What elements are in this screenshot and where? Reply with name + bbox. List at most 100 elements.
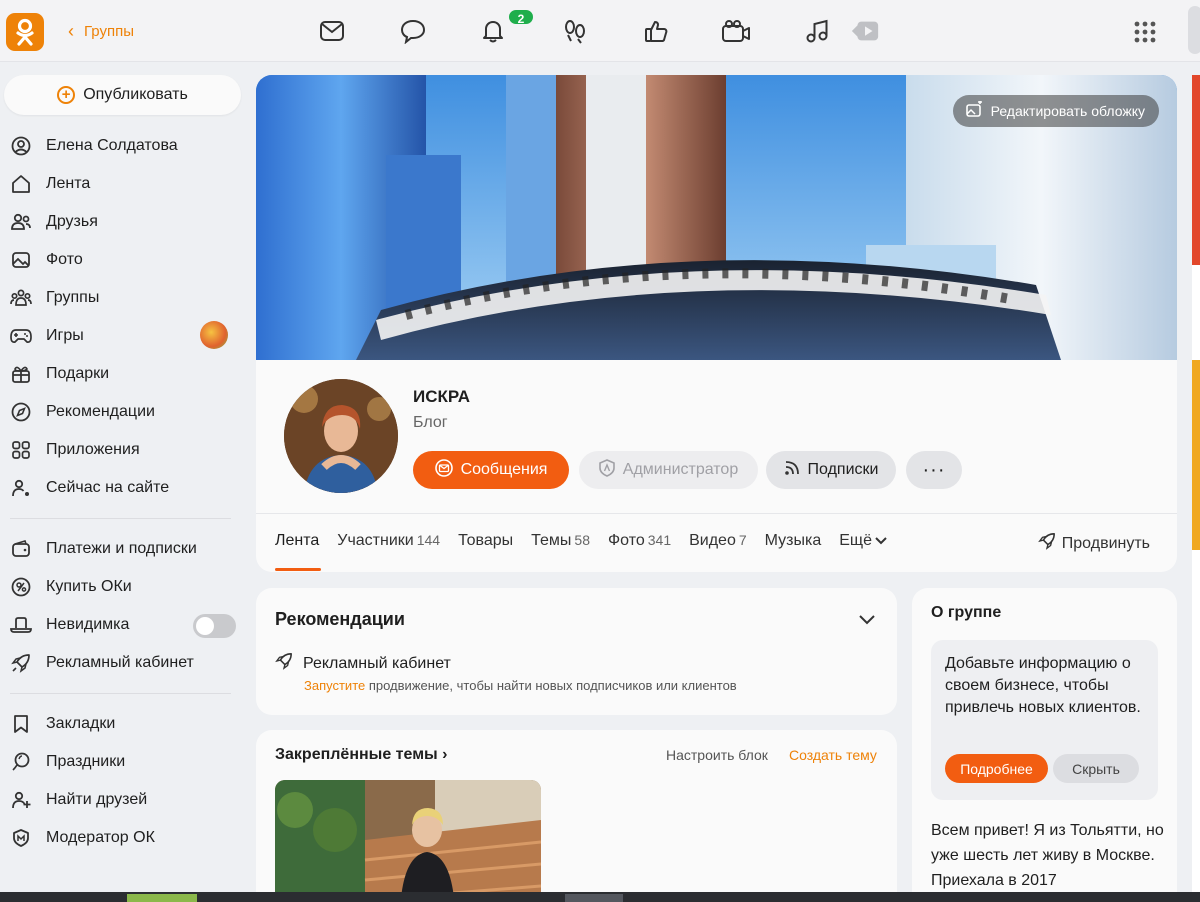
sidebar-item-label: Сейчас на сайте <box>46 479 170 496</box>
games-icon <box>10 325 32 347</box>
chevron-down-icon[interactable] <box>859 612 875 630</box>
tab-count: 58 <box>574 532 590 548</box>
sidebar-item-groups[interactable]: Группы <box>0 279 245 317</box>
messages-label: Сообщения <box>460 461 548 478</box>
invisible-toggle[interactable] <box>193 614 236 638</box>
apps-grid-icon[interactable] <box>1133 20 1157 49</box>
back-to-groups-link[interactable]: ‹ Группы <box>68 22 134 40</box>
sidebar-item-invisible[interactable]: Невидимка <box>0 606 245 644</box>
tab-music[interactable]: Музыка <box>765 532 822 550</box>
tab-label: Участники <box>337 532 414 549</box>
recommendations-card: Рекомендации Рекламный кабинет Запустите… <box>256 588 897 715</box>
sidebar-item-profile[interactable]: Елена Солдатова <box>0 127 245 165</box>
rocket-icon <box>275 652 293 675</box>
guests-icon[interactable] <box>560 16 590 46</box>
about-prompt-text: Добавьте информацию о своем бизнесе, что… <box>945 655 1141 716</box>
tab-label: Товары <box>458 532 514 549</box>
admin-label: Администратор <box>622 461 739 478</box>
more-button[interactable]: ··· <box>906 451 962 489</box>
gift-icon <box>10 363 32 385</box>
sidebar-item-ads-cabinet[interactable]: Рекламный кабинет <box>0 644 245 682</box>
sidebar-item-label: Подарки <box>46 365 110 382</box>
launch-link[interactable]: Запустите <box>304 678 365 693</box>
photo-icon <box>10 249 32 271</box>
edit-cover-button[interactable]: Редактировать обложку <box>952 95 1159 127</box>
notifications-icon[interactable] <box>478 16 508 46</box>
tab-videos[interactable]: Видео 7 <box>689 532 747 550</box>
sidebar-item-payments[interactable]: Платежи и подписки <box>0 530 245 568</box>
compass-icon <box>10 401 32 423</box>
configure-block-link[interactable]: Настроить блок <box>666 747 768 763</box>
sidebar-item-bookmarks[interactable]: Закладки <box>0 705 245 743</box>
sidebar-item-moderator[interactable]: Модератор ОК <box>0 819 245 857</box>
messages-icon[interactable] <box>317 16 347 46</box>
publish-button[interactable]: + Опубликовать <box>4 75 241 115</box>
promote-button[interactable]: Продвинуть <box>1037 532 1150 555</box>
more-info-button[interactable]: Подробнее <box>945 754 1048 783</box>
sidebar-item-label: Закладки <box>46 715 116 732</box>
discussions-icon[interactable] <box>398 16 428 46</box>
tab-photos[interactable]: Фото 341 <box>608 532 671 550</box>
holiday-icon <box>10 751 32 773</box>
sidebar-item-recommendations[interactable]: Рекомендации <box>0 393 245 431</box>
pinned-topic-image[interactable] <box>275 780 541 902</box>
video-call-icon[interactable] <box>721 16 751 46</box>
scrollbar-thumb[interactable] <box>1188 6 1200 54</box>
video-icon[interactable] <box>850 16 880 46</box>
sidebar-item-holidays[interactable]: Праздники <box>0 743 245 781</box>
sidebar-item-photo[interactable]: Фото <box>0 241 245 279</box>
publish-label: Опубликовать <box>83 86 188 103</box>
likes-icon[interactable] <box>641 16 671 46</box>
subscriptions-button[interactable]: Подписки <box>766 451 896 489</box>
pinned-topics-title[interactable]: Закреплённые темы › <box>275 746 447 764</box>
recommendation-ads-cabinet[interactable]: Рекламный кабинет <box>275 652 451 675</box>
tab-count: 341 <box>647 532 672 548</box>
chevron-right-icon: › <box>442 746 448 763</box>
sidebar-item-label: Приложения <box>46 441 140 458</box>
sidebar-item-apps[interactable]: Приложения <box>0 431 245 469</box>
tab-goods[interactable]: Товары <box>458 532 513 550</box>
sidebar-nav: Елена Солдатова Лента Друзья Фото Группы… <box>0 127 245 857</box>
tab-label: Музыка <box>764 532 822 549</box>
sidebar-item-games[interactable]: Игры <box>0 317 245 355</box>
sidebar-item-label: Игры <box>46 327 84 344</box>
tab-topics[interactable]: Темы 58 <box>531 532 590 550</box>
taskbar-item[interactable] <box>565 894 623 902</box>
right-edge-red-block <box>1192 75 1200 265</box>
recommendations-title: Рекомендации <box>275 609 405 629</box>
plus-circle-icon: + <box>57 86 76 104</box>
about-group-card: О группе Добавьте информацию о своем биз… <box>912 588 1177 902</box>
tab-members[interactable]: Участники 144 <box>337 532 440 550</box>
top-bar: ‹ Группы 2 <box>0 0 1200 62</box>
taskbar-item[interactable] <box>127 894 197 902</box>
tab-more[interactable]: Ещё <box>839 532 887 550</box>
admin-button[interactable]: Администратор <box>579 451 758 489</box>
sidebar-item-find-friends[interactable]: Найти друзей <box>0 781 245 819</box>
sidebar-item-online[interactable]: Сейчас на сайте <box>0 469 245 507</box>
active-tab-indicator <box>275 568 321 571</box>
admin-shield-icon <box>598 458 615 482</box>
sidebar-item-gifts[interactable]: Подарки <box>0 355 245 393</box>
tab-label: Фото <box>607 532 645 549</box>
messages-button[interactable]: Сообщения <box>413 451 569 489</box>
create-topic-link[interactable]: Создать тему <box>789 747 877 763</box>
os-taskbar <box>0 892 1200 902</box>
tab-feed[interactable]: Лента <box>275 532 319 550</box>
bookmark-icon <box>10 713 32 735</box>
sidebar-item-feed[interactable]: Лента <box>0 165 245 203</box>
sidebar-item-label: Рекламный кабинет <box>46 654 194 671</box>
home-icon <box>10 173 32 195</box>
music-icon[interactable] <box>802 16 832 46</box>
sidebar-item-buy-oks[interactable]: Купить ОКи <box>0 568 245 606</box>
sidebar-item-friends[interactable]: Друзья <box>0 203 245 241</box>
groups-icon <box>10 287 32 309</box>
group-avatar[interactable] <box>284 379 398 493</box>
game-avatar-icon[interactable] <box>200 321 228 349</box>
rss-icon <box>784 460 800 481</box>
sidebar-divider <box>10 693 231 694</box>
coins-icon <box>10 576 32 598</box>
hide-button[interactable]: Скрыть <box>1053 754 1139 783</box>
ok-logo-icon[interactable] <box>6 13 44 51</box>
sidebar-item-label: Невидимка <box>46 616 130 633</box>
sidebar-item-label: Найти друзей <box>46 791 148 808</box>
